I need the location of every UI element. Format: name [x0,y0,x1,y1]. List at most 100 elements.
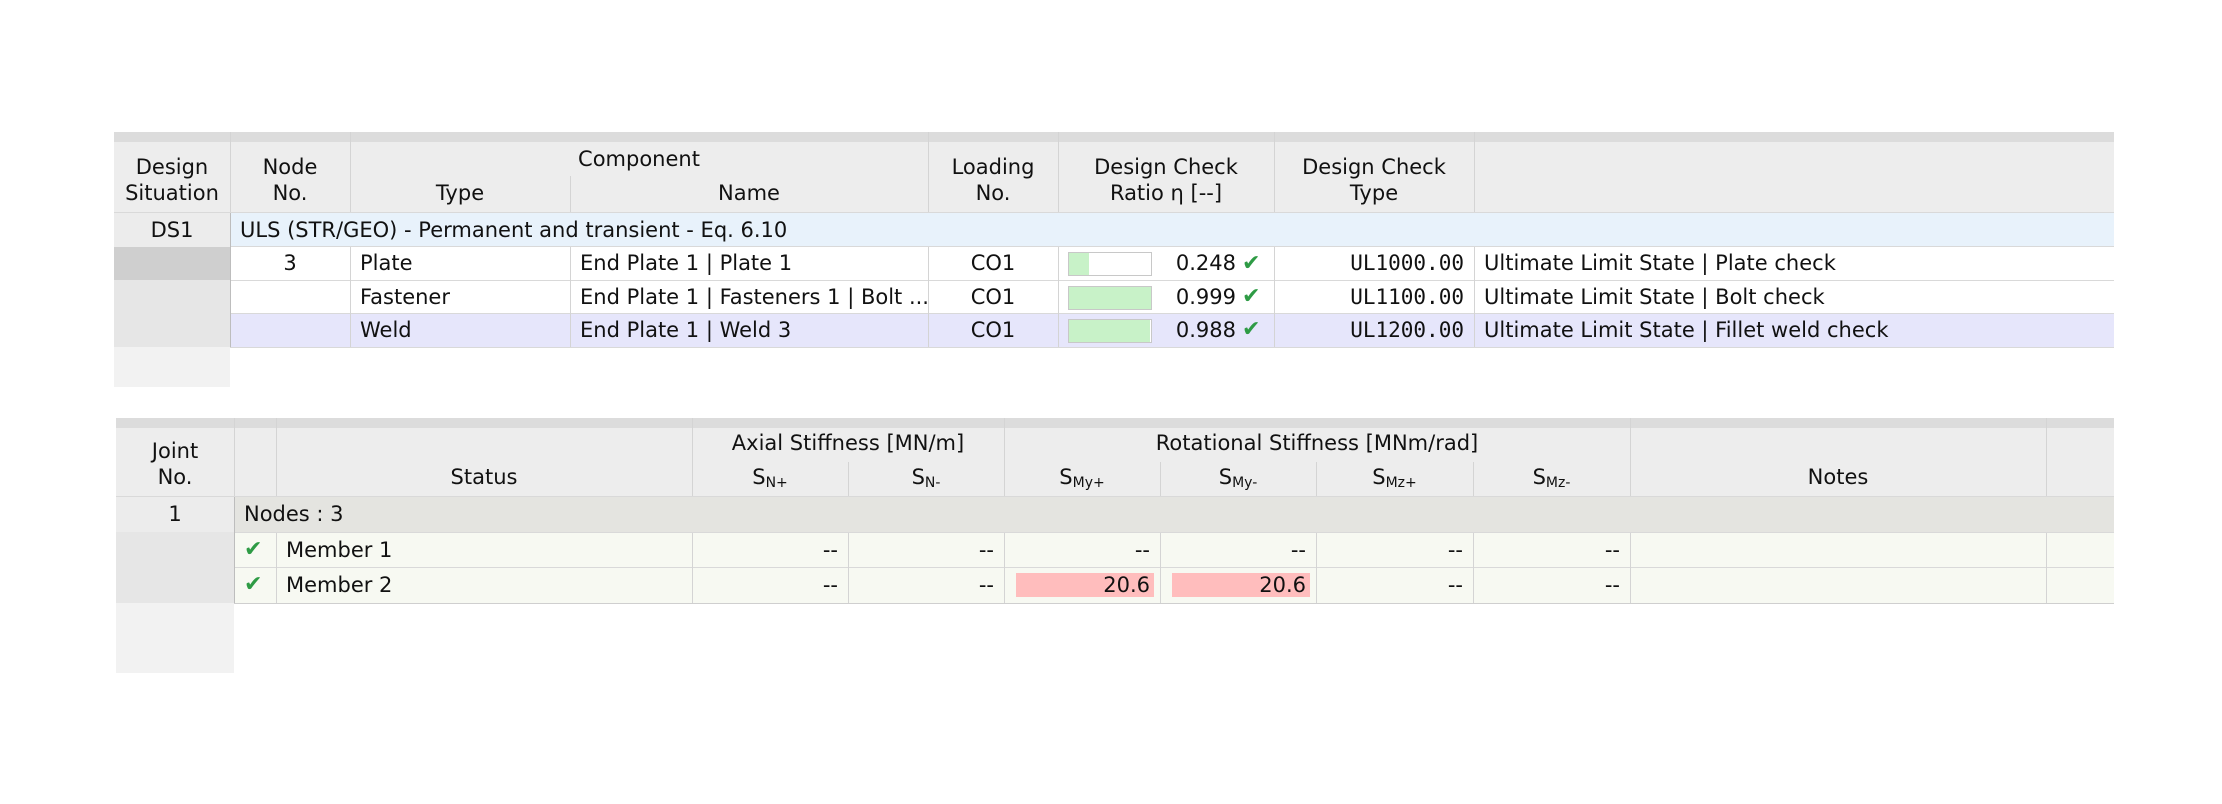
check-type: UL1000.00 [1350,251,1464,275]
col-axial-stiffness[interactable]: Axial Stiffness [MN/m] [692,430,1004,460]
header-label: Ratio η [--] [1109,181,1223,205]
col-s-n-plus[interactable]: SN+ [692,464,848,494]
check-description: Ultimate Limit State | Plate check [1484,251,1836,275]
group-row[interactable]: Nodes : 3 [234,497,2114,532]
table-row[interactable]: ✔ Member 2 -- -- 20.6 20.6 -- -- [234,568,2114,603]
col-rotational-stiffness[interactable]: Rotational Stiffness [MNm/rad] [1004,430,1630,460]
loading-no: CO1 [970,318,1016,342]
row-selector[interactable] [114,280,230,313]
check-ok-icon: ✔ [1242,251,1261,276]
header-label: Joint [151,439,199,463]
header-label: Type [1349,181,1399,205]
header-label: Loading [951,155,1035,179]
check-type: UL1200.00 [1350,318,1464,342]
s-my-minus-value: 20.6 [1259,573,1306,597]
symbol-base: S [911,465,925,489]
table-row[interactable]: 3 Plate End Plate 1 | Plate 1 CO1 0.248 … [230,247,2114,280]
s-mz-plus-value: -- [1447,538,1463,562]
check-ok-icon: ✔ [1242,284,1261,309]
header-label: Rotational Stiffness [MNm/rad] [1155,431,1479,455]
check-ok-icon: ✔ [1242,317,1261,342]
ratio-value: 0.988 [1175,318,1236,342]
s-n-minus-value: -- [978,573,994,597]
row-selector[interactable] [114,313,230,347]
status-ok-icon: ✔ [244,572,263,597]
ratio-bar [1068,319,1152,343]
s-n-plus-value: -- [822,573,838,597]
table-row[interactable]: ✔ Member 1 -- -- -- -- -- -- [234,533,2114,567]
header-label: Design Check [1302,155,1446,179]
col-component[interactable]: Component [350,146,928,176]
symbol-base: S [1372,465,1386,489]
symbol-sub: Mz- [1545,475,1571,491]
col-type[interactable]: Type [350,180,570,210]
s-mz-minus-value: -- [1604,538,1620,562]
symbol-sub: N+ [765,475,788,491]
s-my-plus-value: 20.6 [1103,573,1150,597]
header-label: Notes [1807,465,1869,489]
design-situation-id: DS1 [150,218,194,242]
header-label: Status [450,465,518,489]
col-design-situation[interactable]: Design Situation [114,150,230,212]
node-no [230,281,350,313]
row-selector[interactable] [116,532,234,567]
col-s-my-minus[interactable]: SMy- [1160,464,1316,494]
header-label: Design Check [1094,155,1238,179]
col-node-no[interactable]: Node No. [230,150,350,212]
ratio-bar [1068,252,1152,276]
s-n-plus-value: -- [822,538,838,562]
node-no: 3 [283,251,297,275]
row-selector[interactable] [114,247,230,280]
header-label: Situation [125,181,219,205]
symbol-sub: Mz+ [1385,475,1417,491]
header-label: Component [578,147,700,171]
ratio-value: 0.999 [1175,285,1236,309]
group-label: ULS (STR/GEO) - Permanent and transient … [240,218,788,242]
symbol-sub: My- [1232,475,1258,491]
symbol-base: S [1532,465,1546,489]
symbol-base: S [1059,465,1073,489]
notes-value [1630,568,2046,603]
col-design-check-type[interactable]: Design Check Type [1274,150,1474,212]
joint-no: 1 [168,502,182,526]
group-label: Nodes : 3 [244,502,344,526]
symbol-base: S [752,465,766,489]
status-ok-icon: ✔ [244,537,263,562]
member-name: Member 2 [286,573,393,597]
joint-no-cell[interactable]: 1 [116,497,234,532]
loading-no: CO1 [970,251,1016,275]
empty-row-selector [114,347,230,387]
header-label: Name [718,181,780,205]
col-s-n-minus[interactable]: SN- [848,464,1004,494]
header-label: Node [262,155,318,179]
col-s-mz-plus[interactable]: SMz+ [1316,464,1473,494]
table-row[interactable]: Weld End Plate 1 | Weld 3 CO1 0.988 ✔ UL… [230,314,2114,347]
empty-row-selector [116,603,234,673]
symbol-sub: My+ [1072,475,1105,491]
col-joint-no[interactable]: Joint No. [116,434,234,496]
table-row[interactable]: Fastener End Plate 1 | Fasteners 1 | Bol… [230,281,2114,313]
symbol-base: S [1218,465,1233,489]
component-name: End Plate 1 | Fasteners 1 | Bolt ... [580,285,928,309]
component-name: End Plate 1 | Weld 3 [580,318,792,342]
col-loading-no[interactable]: Loading No. [928,150,1058,212]
s-my-minus-value: -- [1290,538,1306,562]
header-label: Design [135,155,209,179]
col-name[interactable]: Name [570,180,928,210]
col-s-my-plus[interactable]: SMy+ [1004,464,1160,494]
col-status[interactable]: Status [276,464,692,494]
col-notes[interactable]: Notes [1630,464,2046,494]
s-n-minus-value: -- [978,538,994,562]
component-type: Plate [360,251,413,275]
member-name: Member 1 [286,538,393,562]
s-mz-minus-value: -- [1604,573,1620,597]
col-s-mz-minus[interactable]: SMz- [1473,464,1630,494]
header-label: No. [975,181,1011,205]
row-selector[interactable] [116,567,234,603]
group-row[interactable]: ULS (STR/GEO) - Permanent and transient … [230,213,2114,247]
header-label: No. [272,181,308,205]
notes-value [1630,533,2046,567]
check-description: Ultimate Limit State | Fillet weld check [1484,318,1889,342]
col-design-check-ratio[interactable]: Design Check Ratio η [--] [1058,150,1274,212]
design-situation-cell[interactable]: DS1 [114,213,230,247]
